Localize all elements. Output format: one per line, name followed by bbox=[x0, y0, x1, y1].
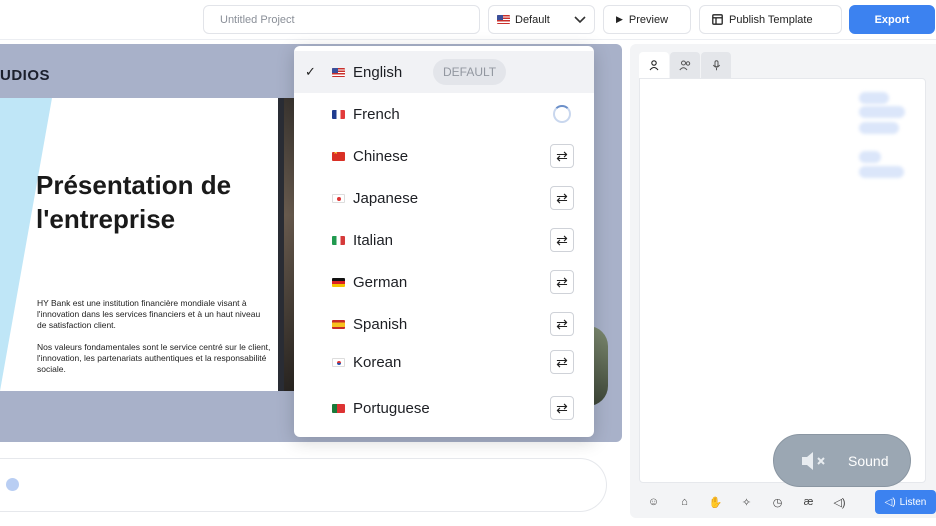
language-name: Spanish bbox=[353, 315, 408, 333]
listen-label: Listen bbox=[899, 496, 927, 508]
fr-flag-icon bbox=[332, 109, 345, 119]
speaker-muted-icon bbox=[802, 451, 825, 470]
language-option-english[interactable]: ✓ English DEFAULT bbox=[294, 51, 594, 93]
us-flag-icon bbox=[332, 67, 345, 77]
pause-tool-icon[interactable]: ⌂ bbox=[669, 490, 700, 514]
language-select[interactable]: Default bbox=[488, 5, 595, 34]
translate-icon[interactable]: ⇄ bbox=[550, 350, 574, 374]
es-flag-icon bbox=[332, 319, 345, 329]
template-icon bbox=[712, 14, 723, 25]
timeline-playhead[interactable] bbox=[6, 478, 19, 491]
us-flag-icon bbox=[497, 15, 510, 24]
sound-toggle-button[interactable]: Sound bbox=[773, 434, 911, 487]
cn-flag-icon bbox=[332, 151, 345, 161]
tab-voice[interactable] bbox=[701, 52, 731, 78]
studio-label: UDIOS bbox=[0, 67, 51, 84]
gesture-tool-icon[interactable]: ✋ bbox=[700, 490, 731, 514]
translate-icon[interactable]: ⇄ bbox=[550, 270, 574, 294]
language-name: Chinese bbox=[353, 147, 409, 165]
translate-icon[interactable]: ⇄ bbox=[550, 396, 574, 420]
language-dropdown: ✓EnglishDEFAULTFrenchChinese⇄Japanese⇄It… bbox=[294, 46, 594, 437]
export-label: Export bbox=[874, 13, 910, 26]
microphone-icon bbox=[712, 59, 720, 70]
person-icon bbox=[649, 59, 659, 70]
blurred-text bbox=[859, 166, 904, 178]
check-icon: ✓ bbox=[305, 64, 316, 79]
preview-button[interactable]: ▶ Preview bbox=[603, 5, 691, 34]
panel-tabs bbox=[639, 52, 731, 78]
script-area[interactable] bbox=[639, 78, 926, 483]
people-icon bbox=[678, 60, 690, 70]
language-option-japanese[interactable]: Japanese ⇄ bbox=[294, 177, 594, 219]
pt-flag-icon bbox=[332, 403, 345, 413]
loading-spinner-icon bbox=[553, 105, 571, 123]
translate-icon[interactable]: ⇄ bbox=[550, 228, 574, 252]
language-select-value: Default bbox=[515, 13, 550, 26]
language-name: Japanese bbox=[353, 189, 419, 207]
volume-tool-icon[interactable]: ◁) bbox=[824, 490, 855, 514]
listen-button[interactable]: ◁) Listen bbox=[875, 490, 936, 514]
play-icon: ▶ bbox=[616, 14, 623, 24]
language-option-german[interactable]: German ⇄ bbox=[294, 261, 594, 303]
timer-tool-icon[interactable]: ◷ bbox=[762, 490, 793, 514]
translate-icon[interactable]: ⇄ bbox=[550, 186, 574, 210]
sound-label: Sound bbox=[848, 452, 889, 469]
publish-template-button[interactable]: Publish Template bbox=[699, 5, 842, 34]
language-name: German bbox=[353, 273, 408, 291]
blurred-text bbox=[859, 122, 899, 134]
language-option-chinese[interactable]: Chinese ⇄ bbox=[294, 135, 594, 177]
language-name: Italian bbox=[353, 231, 394, 249]
language-name: Portuguese bbox=[353, 399, 430, 417]
blurred-text bbox=[859, 92, 889, 104]
slide-preview[interactable]: Présentation de l'entreprise HY Bank est… bbox=[0, 98, 278, 391]
slide-body-text: HY Bank est une institution financière m… bbox=[37, 298, 271, 374]
slide-title: Présentation de l'entreprise bbox=[36, 170, 232, 234]
phoneme-tool-icon[interactable]: æ bbox=[793, 490, 824, 514]
effect-tool-icon[interactable]: ✧ bbox=[731, 490, 762, 514]
language-option-portuguese[interactable]: Portuguese ⇄ bbox=[294, 387, 594, 429]
language-option-spanish[interactable]: Spanish ⇄ bbox=[294, 303, 594, 345]
language-name: English bbox=[353, 63, 403, 81]
emotion-tool-icon[interactable]: ☺ bbox=[638, 490, 669, 514]
kr-flag-icon bbox=[332, 357, 345, 367]
language-option-french[interactable]: French bbox=[294, 93, 594, 135]
jp-flag-icon bbox=[332, 193, 345, 203]
language-option-korean[interactable]: Korean ⇄ bbox=[294, 341, 594, 383]
it-flag-icon bbox=[332, 235, 345, 245]
preview-label: Preview bbox=[628, 13, 669, 26]
translate-icon[interactable]: ⇄ bbox=[550, 312, 574, 336]
timeline-track[interactable] bbox=[0, 458, 607, 512]
project-name-input[interactable] bbox=[203, 5, 480, 34]
language-name: Korean bbox=[353, 353, 402, 371]
top-bar: Default ▶ Preview Publish Template Expor… bbox=[0, 0, 936, 40]
publish-template-label: Publish Template bbox=[729, 13, 813, 26]
language-name: French bbox=[353, 105, 400, 123]
tab-single-avatar[interactable] bbox=[639, 52, 669, 78]
default-badge: DEFAULT bbox=[433, 59, 507, 85]
speaker-icon: ◁) bbox=[884, 496, 896, 508]
blurred-text bbox=[859, 106, 905, 118]
translate-icon[interactable]: ⇄ bbox=[550, 144, 574, 168]
de-flag-icon bbox=[332, 277, 345, 287]
blurred-text bbox=[859, 151, 881, 163]
chevron-down-icon bbox=[574, 15, 586, 23]
language-option-italian[interactable]: Italian ⇄ bbox=[294, 219, 594, 261]
tab-multi-avatar[interactable] bbox=[670, 52, 700, 78]
export-button[interactable]: Export bbox=[849, 5, 935, 34]
